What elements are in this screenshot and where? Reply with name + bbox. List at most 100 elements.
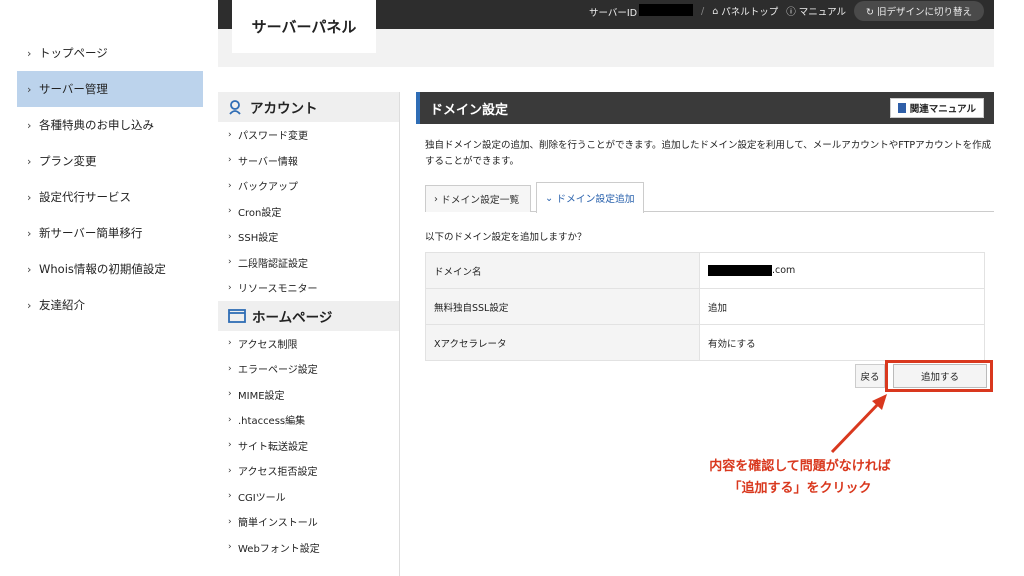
menu-item-label: パスワード変更 (238, 131, 308, 143)
menu-item-2fa[interactable]: › 二段階認証設定 (218, 250, 399, 276)
nav-item-server-migration[interactable]: › 新サーバー簡単移行 (17, 215, 203, 251)
chevron-right-icon: › (228, 282, 232, 293)
menu-item-label: サーバー情報 (238, 156, 298, 168)
chevron-down-icon: ⌄ (545, 192, 554, 204)
menu-item-resource-monitor[interactable]: › リソースモニター (218, 275, 399, 301)
nav-item-label: Whois情報の初期値設定 (39, 262, 166, 276)
chevron-right-icon: › (228, 231, 232, 242)
panel-top-link[interactable]: ⌂ パネルトップ (712, 4, 779, 19)
menu-item-error-page[interactable]: › エラーページ設定 (218, 356, 399, 382)
nav-item-label: トップページ (39, 46, 108, 60)
book-icon (897, 103, 906, 113)
left-nav: › トップページ › サーバー管理 › 各種特典のお申し込み › プラン変更 › 設定代行… (17, 35, 203, 323)
table-row: ドメイン名 .com (425, 252, 985, 289)
homepage-section-header: ホームページ (218, 300, 399, 331)
menu-item-label: Webフォント設定 (238, 543, 320, 555)
home-icon: ⌂ (712, 5, 719, 17)
chevron-right-icon: › (228, 180, 232, 191)
chevron-right-icon: › (27, 226, 32, 240)
row-value: .com (699, 252, 985, 289)
annotation-text: 内容を確認して問題がなければ 「追加する」をクリック (680, 456, 920, 500)
nav-item-benefits[interactable]: › 各種特典のお申し込み (17, 107, 203, 143)
menu-item-label: MIME設定 (238, 390, 285, 402)
chevron-right-icon: › (228, 257, 232, 268)
panel-top-label: パネルトップ (721, 7, 779, 18)
chevron-right-icon: › (27, 82, 32, 96)
menu-item-access-restriction[interactable]: › アクセス制限 (218, 331, 399, 357)
menu-item-label: Cron設定 (238, 207, 282, 219)
chevron-right-icon: › (27, 154, 32, 168)
chevron-right-icon: › (228, 389, 232, 400)
menu-item-web-font[interactable]: › Webフォント設定 (218, 535, 399, 561)
page: › トップページ › サーバー管理 › 各種特典のお申し込み › プラン変更 › 設定代行… (0, 0, 1024, 576)
menu-item-label: アクセス拒否設定 (238, 467, 318, 479)
nav-item-server-management[interactable]: › サーバー管理 (17, 71, 203, 107)
back-button[interactable]: 戻る (855, 364, 885, 388)
highlight-box (885, 360, 993, 392)
row-value: 有効にする (699, 324, 985, 361)
annotation-line-1: 内容を確認して問題がなければ (709, 459, 891, 474)
page-title: サーバーパネル (232, 0, 376, 53)
menu-item-password[interactable]: › パスワード変更 (218, 122, 399, 148)
menu-item-label: アクセス制限 (238, 339, 298, 351)
server-id-redacted (639, 3, 694, 16)
menu-item-label: CGIツール (238, 492, 286, 504)
sub-menu: アカウント › パスワード変更 › サーバー情報 › バックアップ › Cron設定 ›… (218, 92, 400, 576)
refresh-icon: ↻ (866, 7, 877, 18)
server-id-label: サーバーID (588, 7, 638, 19)
homepage-section-title: ホームページ (252, 309, 333, 326)
nav-item-top[interactable]: › トップページ (17, 35, 203, 71)
annotation-line-2: 「追加する」をクリック (728, 481, 872, 496)
nav-item-plan-change[interactable]: › プラン変更 (17, 143, 203, 179)
menu-item-mime[interactable]: › MIME設定 (218, 382, 399, 408)
separator: / (701, 5, 705, 17)
manual-link[interactable]: ⓘ マニュアル (786, 4, 846, 18)
chevron-right-icon: › (228, 516, 232, 527)
header: サーバーID / ⌂ パネルトップ ⓘ マニュアル ↻ 旧デザインに切り替え サーバ… (218, 0, 994, 67)
menu-item-label: リソースモニター (238, 284, 318, 296)
chevron-right-icon: › (228, 465, 232, 476)
browser-window-icon (228, 308, 246, 323)
menu-item-label: 二段階認証設定 (238, 258, 308, 270)
chevron-right-icon: › (434, 193, 438, 205)
nav-item-referral[interactable]: › 友達紹介 (17, 287, 203, 323)
nav-item-label: 友達紹介 (39, 298, 85, 312)
menu-item-backup[interactable]: › バックアップ (218, 173, 399, 199)
confirm-message: 以下のドメイン設定を追加しますか？ (425, 232, 587, 243)
chevron-right-icon: › (228, 491, 232, 502)
chevron-right-icon: › (228, 414, 232, 425)
chevron-right-icon: › (27, 298, 32, 312)
account-section-title: アカウント (250, 101, 318, 117)
menu-item-ssh[interactable]: › SSH設定 (218, 224, 399, 250)
menu-item-htaccess[interactable]: › .htaccess編集 (218, 407, 399, 433)
row-key: ドメイン名 (425, 252, 700, 289)
nav-item-whois[interactable]: › Whois情報の初期値設定 (17, 251, 203, 287)
chevron-right-icon: › (27, 262, 32, 276)
tab-domain-add[interactable]: ⌄ ドメイン設定追加 (536, 182, 644, 213)
chevron-right-icon: › (27, 46, 32, 60)
menu-item-server-info[interactable]: › サーバー情報 (218, 148, 399, 174)
chevron-right-icon: › (27, 118, 32, 132)
related-manual-button[interactable]: 関連マニュアル (889, 98, 984, 118)
chevron-right-icon: › (27, 190, 32, 204)
menu-item-label: サイト転送設定 (238, 441, 308, 453)
chevron-right-icon: › (228, 542, 232, 553)
menu-item-redirect[interactable]: › サイト転送設定 (218, 433, 399, 459)
menu-item-label: 簡単インストール (238, 518, 318, 530)
nav-item-setup-service[interactable]: › 設定代行サービス (17, 179, 203, 215)
nav-item-label: 設定代行サービス (39, 190, 131, 204)
menu-item-cron[interactable]: › Cron設定 (218, 199, 399, 225)
menu-item-easy-install[interactable]: › 簡単インストール (218, 509, 399, 535)
related-manual-label: 関連マニュアル (909, 104, 976, 115)
account-section-header: アカウント (218, 92, 399, 122)
confirm-table: ドメイン名 .com 無料独自SSL設定 追加 Xアクセラレータ 有効にする (425, 252, 985, 361)
menu-item-label: バックアップ (238, 182, 298, 194)
menu-item-cgi-tools[interactable]: › CGIツール (218, 484, 399, 510)
section-title: ドメイン設定 (430, 102, 509, 118)
chevron-right-icon: › (228, 338, 232, 349)
menu-item-access-deny[interactable]: › アクセス拒否設定 (218, 458, 399, 484)
tab-domain-list[interactable]: › ドメイン設定一覧 (425, 185, 531, 212)
chevron-right-icon: › (228, 363, 232, 374)
old-design-button[interactable]: ↻ 旧デザインに切り替え (854, 1, 984, 21)
nav-item-label: プラン変更 (39, 154, 97, 168)
